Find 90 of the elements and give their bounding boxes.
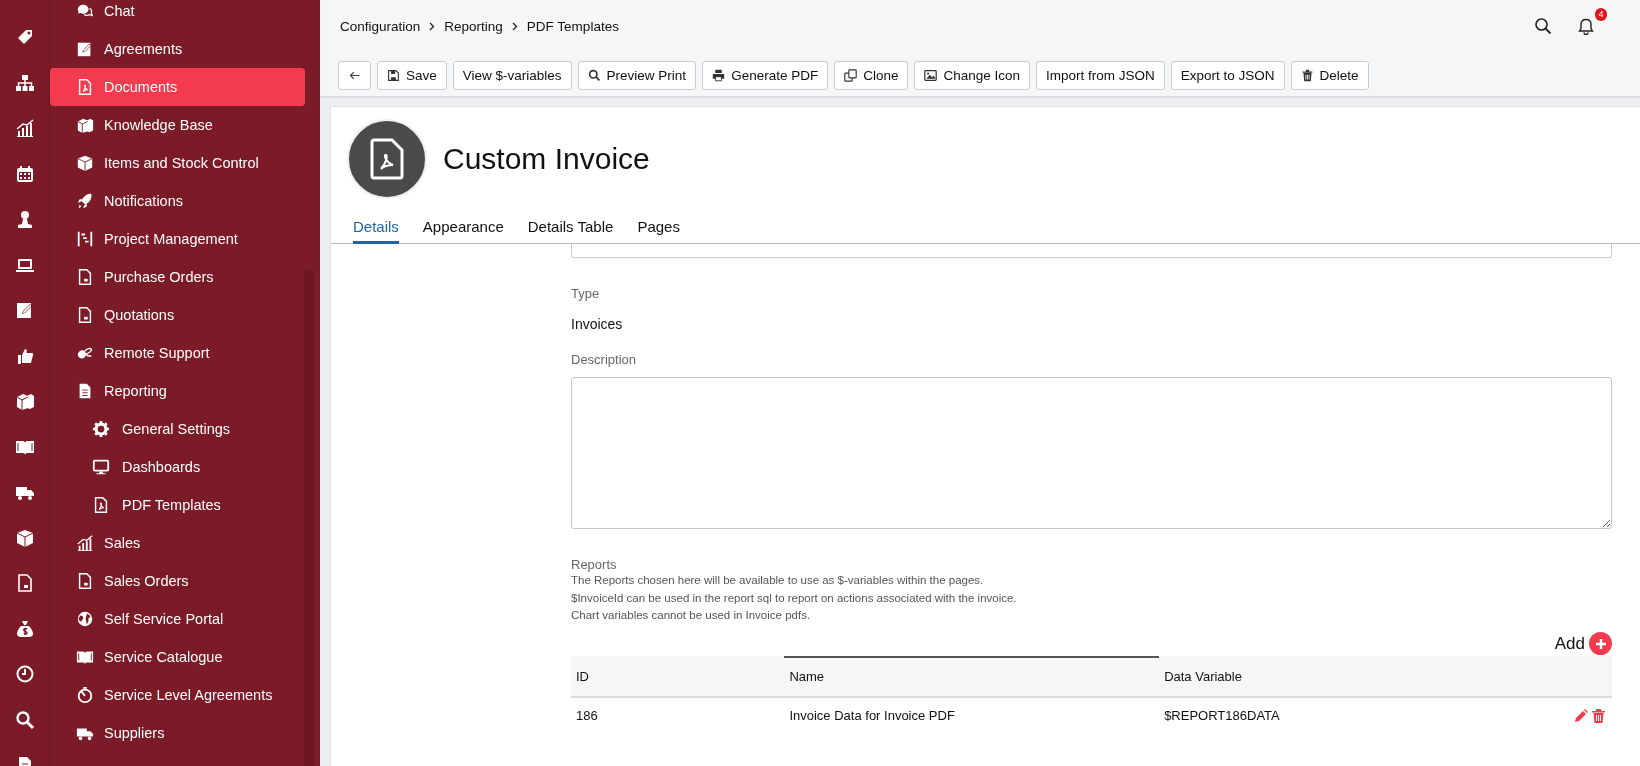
sidebar-subitem[interactable]: Dashboards <box>50 448 305 486</box>
tab[interactable]: Details Table <box>527 214 614 244</box>
sidebar-subitem[interactable]: PDF Templates <box>50 486 305 524</box>
toolbar-button[interactable]: Export to JSON <box>1170 61 1285 90</box>
pdf-document-icon <box>92 496 110 514</box>
sidebar-item[interactable]: Quotations <box>50 296 305 334</box>
sidebar-item[interactable]: Items and Stock Control <box>50 144 305 182</box>
toolbar-button[interactable]: Preview Print <box>577 61 697 90</box>
globe-icon <box>76 610 94 628</box>
table-cell: $REPORT186DATA <box>1159 696 1497 734</box>
plus-icon <box>1594 637 1607 650</box>
box-icon[interactable] <box>14 527 35 548</box>
money-bag-icon[interactable] <box>14 618 35 639</box>
timer-icon <box>76 686 94 704</box>
notification-badge: 4 <box>1595 7 1607 21</box>
sidebar-item[interactable]: Knowledge Base <box>50 106 305 144</box>
box-icon <box>76 154 94 172</box>
section-label: Reports <box>571 557 618 572</box>
sidebar-item[interactable]: Purchase Orders <box>50 258 305 296</box>
input-field[interactable] <box>571 244 1612 258</box>
toolbar-button[interactable]: Clone <box>834 61 909 90</box>
toolbar-button[interactable]: Generate PDF <box>702 61 829 90</box>
document-icon <box>76 268 94 286</box>
breadcrumb-link[interactable]: Reporting <box>444 18 503 34</box>
toolbar-button[interactable]: Delete <box>1290 61 1369 90</box>
toolbar-button[interactable]: Save <box>377 61 447 90</box>
sidebar-item[interactable]: Documents <box>50 68 305 106</box>
pdf-document-icon <box>76 78 94 96</box>
help-text: The Reports chosen here will be available to use as $-variables within the pages. <box>571 573 985 588</box>
column-header[interactable]: Data Variable <box>1159 656 1497 697</box>
field-label: Type <box>571 286 601 301</box>
bar-chart-icon[interactable] <box>14 118 35 138</box>
sitemap-icon[interactable] <box>14 72 35 93</box>
bell-icon[interactable] <box>1578 17 1594 35</box>
column-header[interactable]: ID <box>571 656 785 697</box>
toolbar-button[interactable]: View $-variables <box>452 61 572 90</box>
edit-icon <box>76 40 94 58</box>
sidebar-item[interactable]: Service Level Agreements <box>50 676 305 714</box>
save-icon <box>387 69 400 82</box>
sidebar-item[interactable]: Project Management <box>50 220 305 258</box>
tab[interactable]: Appearance <box>422 214 504 244</box>
sidebar-item[interactable]: Sales <box>50 524 305 562</box>
monitor-icon <box>92 458 110 476</box>
trash-icon <box>1300 69 1314 82</box>
printer-icon <box>712 69 726 82</box>
sidebar-item[interactable]: Notifications <box>50 182 305 220</box>
image-icon <box>924 69 938 82</box>
back-arrow-icon <box>348 69 361 82</box>
add-button[interactable]: Add <box>1554 631 1612 656</box>
search-icon <box>587 69 601 82</box>
tab[interactable]: Pages <box>637 214 680 244</box>
copy-icon <box>844 69 858 82</box>
search-icon[interactable] <box>14 709 35 730</box>
sidebar-item[interactable]: Sales Orders <box>50 562 305 600</box>
boxes-icon[interactable] <box>14 391 35 411</box>
help-text: $InvoiceId can be used in the report sql to report on actions associated with the invoice. <box>571 590 1018 606</box>
sidebar-item[interactable]: Chat <box>50 0 305 30</box>
sidebar-subitem[interactable]: General Settings <box>50 410 305 448</box>
column-header[interactable]: Name <box>784 656 1160 697</box>
pdf-document-icon <box>370 138 404 180</box>
chevron-right-icon <box>429 21 436 31</box>
bar-chart-icon <box>76 534 94 552</box>
toolbar-button[interactable]: Change Icon <box>914 61 1030 90</box>
chevron-right-icon <box>511 21 518 31</box>
tab[interactable]: Details <box>353 214 399 244</box>
boxes-icon <box>76 116 94 134</box>
sidebar-item[interactable]: Agreements <box>50 30 305 68</box>
sidebar-item[interactable]: Service Catalogue <box>50 638 305 676</box>
settings-icon <box>92 420 110 438</box>
field-label: Description <box>571 352 638 367</box>
breadcrumb-link[interactable]: Configuration <box>340 18 421 34</box>
toolbar-button[interactable]: Import from JSON <box>1036 61 1165 90</box>
rocket-icon <box>76 192 94 210</box>
search-icon[interactable] <box>1534 17 1552 35</box>
sidebar-item[interactable]: Self Service Portal <box>50 600 305 638</box>
sidebar-item[interactable]: Reporting <box>50 372 305 410</box>
field-value: Invoices <box>571 316 624 332</box>
description-field[interactable] <box>571 377 1612 529</box>
calendar-icon[interactable] <box>14 163 35 184</box>
table-cell: Invoice Data for Invoice PDF <box>784 696 1160 734</box>
clock-icon[interactable] <box>14 664 35 684</box>
help-text: Chart variables cannot be used in Invoice pdfs. <box>571 608 812 623</box>
sidebar-item[interactable]: Suppliers <box>50 714 305 752</box>
document-icon <box>76 572 94 590</box>
trash-icon[interactable] <box>1592 708 1605 723</box>
record-title: Custom Invoice <box>443 142 650 176</box>
table-cell: 186 <box>571 696 785 734</box>
gantt-icon <box>76 230 94 248</box>
sidebar-item[interactable]: Remote Support <box>50 334 305 372</box>
document-icon <box>76 306 94 324</box>
